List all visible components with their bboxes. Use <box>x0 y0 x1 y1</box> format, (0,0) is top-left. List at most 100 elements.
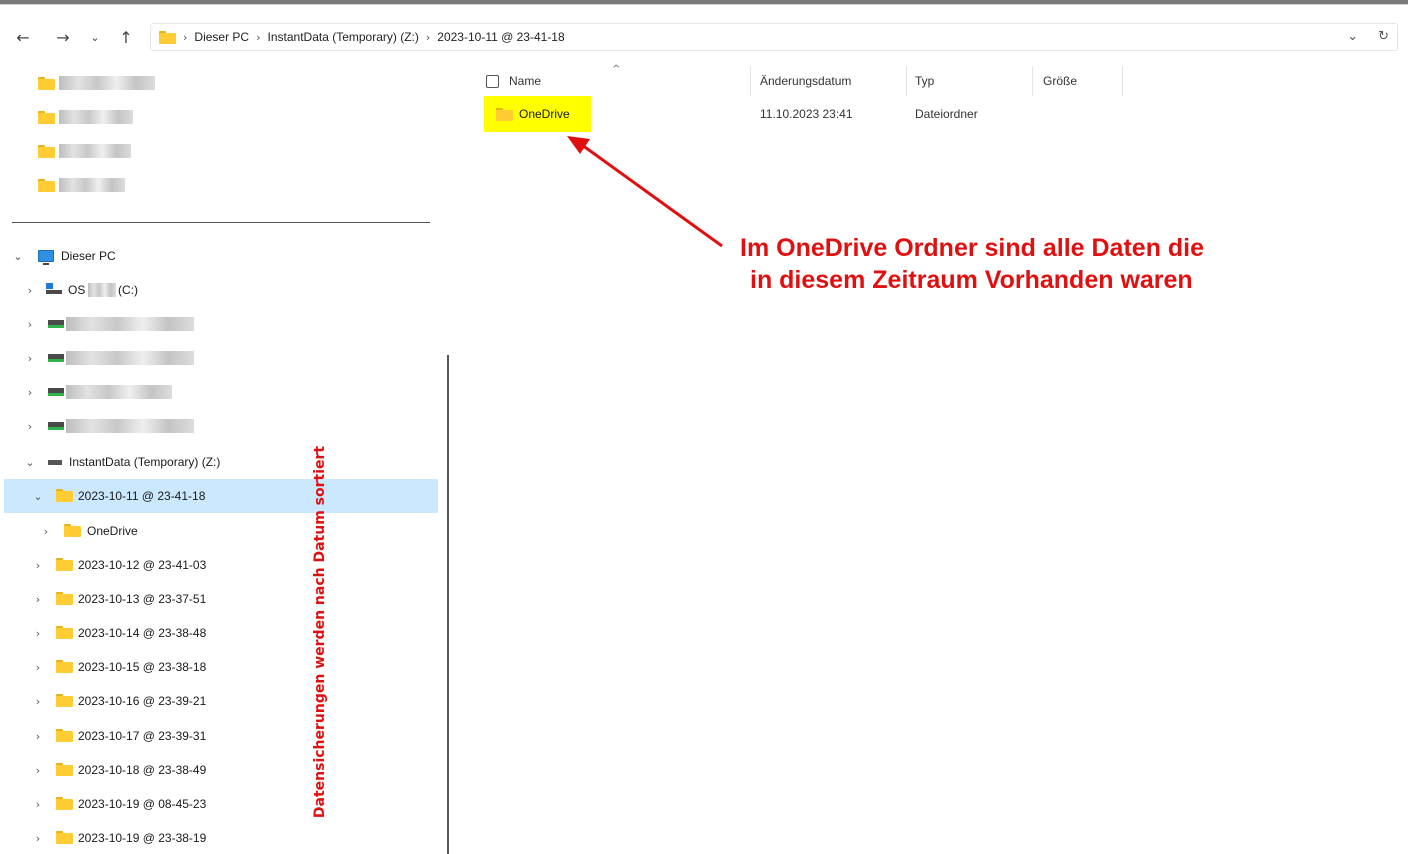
sidebar-item-backup-folder[interactable]: › 2023-10-18 @ 23-38-49 <box>4 753 438 787</box>
vertical-annotation-text: Datensicherungen werden nach Datum sorti… <box>312 445 328 819</box>
chevron-right-icon[interactable]: › <box>32 695 44 708</box>
sidebar-item-selected-folder[interactable]: ⌄ 2023-10-11 @ 23-41-18 <box>4 479 438 513</box>
drive-icon <box>48 354 64 362</box>
sidebar-item-dieser-pc[interactable]: ⌄ Dieser PC <box>4 239 438 273</box>
blurred-label <box>59 110 133 124</box>
chevron-down-icon[interactable]: ⌄ <box>1347 29 1358 44</box>
chevron-right-icon[interactable]: › <box>32 798 44 811</box>
folder-icon <box>38 110 55 124</box>
sidebar-item-backup-folder[interactable]: › 2023-10-15 @ 23-38-18 <box>4 650 438 684</box>
chevron-right-icon[interactable]: › <box>32 730 44 743</box>
file-name-label: OneDrive <box>519 107 570 121</box>
chevron-right-icon[interactable]: › <box>24 420 36 433</box>
quick-access-item[interactable] <box>38 110 133 124</box>
sidebar-item-drive[interactable]: › <box>4 375 438 409</box>
annotation-line-2: in diesem Zeitraum Vorhanden waren <box>750 266 1193 294</box>
onedrive-highlighted-cell[interactable]: OneDrive <box>484 96 591 132</box>
sidebar-item-backup-folder[interactable]: › 2023-10-12 @ 23-41-03 <box>4 548 438 582</box>
chevron-right-icon[interactable]: › <box>32 559 44 572</box>
blurred-label <box>59 76 155 90</box>
drive-icon <box>48 422 64 430</box>
folder-icon <box>56 489 73 502</box>
chevron-right-icon[interactable]: › <box>32 832 44 845</box>
quick-access-item[interactable] <box>38 76 155 90</box>
chevron-right-icon[interactable]: › <box>32 661 44 674</box>
drive-icon <box>48 460 62 465</box>
window-top-border-shadow <box>0 4 1408 5</box>
blurred-label <box>66 351 194 365</box>
arrow-up-icon[interactable]: ↑ <box>115 26 137 48</box>
breadcrumb-dieser-pc[interactable]: Dieser PC <box>194 30 249 44</box>
chevron-right-icon[interactable]: › <box>24 352 36 365</box>
blurred-label <box>66 317 194 331</box>
quick-access-item[interactable] <box>38 178 125 192</box>
sidebar-item-backup-folder[interactable]: › 2023-10-16 @ 23-39-21 <box>4 684 438 718</box>
column-divider[interactable] <box>1032 66 1033 96</box>
column-header-date[interactable]: Änderungsdatum <box>760 68 851 94</box>
sidebar-item-drive[interactable]: › <box>4 409 438 443</box>
chevron-down-icon[interactable]: ⌄ <box>32 490 44 503</box>
column-header-label: Name <box>509 74 542 88</box>
address-bar[interactable]: › Dieser PC › InstantData (Temporary) (Z… <box>150 23 1398 51</box>
file-type: Dateiordner <box>915 107 978 121</box>
column-divider[interactable] <box>750 66 751 96</box>
column-divider[interactable] <box>906 66 907 96</box>
blurred-label <box>88 283 116 297</box>
windows-drive-icon <box>46 283 62 295</box>
sidebar-item-label: 2023-10-13 @ 23-37-51 <box>78 592 207 606</box>
sidebar-item-onedrive[interactable]: › OneDrive <box>4 514 438 548</box>
chevron-right-icon[interactable]: › <box>32 627 44 640</box>
folder-icon <box>38 76 55 90</box>
chevron-down-icon[interactable]: ⌄ <box>24 456 36 469</box>
vertical-annotation-container: Datensicherungen werden nach Datum sorti… <box>306 422 334 842</box>
sidebar-item-label: OneDrive <box>87 524 138 538</box>
sidebar-item-label: Dieser PC <box>61 249 116 263</box>
sidebar-item-backup-folder[interactable]: › 2023-10-14 @ 23-38-48 <box>4 616 438 650</box>
column-divider[interactable] <box>1122 66 1123 96</box>
sidebar-item-instantdata-drive[interactable]: ⌄ InstantData (Temporary) (Z:) <box>4 445 438 479</box>
sidebar-item-backup-folder[interactable]: › 2023-10-13 @ 23-37-51 <box>4 582 438 616</box>
sidebar-item-label: 2023-10-16 @ 23-39-21 <box>78 694 207 708</box>
folder-icon <box>64 524 81 537</box>
sidebar-item-os-drive[interactable]: › OS (C:) <box>4 273 438 307</box>
chevron-right-icon[interactable]: › <box>32 593 44 606</box>
annotation-callout: Im OneDrive Ordner sind alle Daten die i… <box>728 232 1328 296</box>
quick-access-item[interactable] <box>38 144 131 158</box>
refresh-icon[interactable]: ↻ <box>1378 29 1389 44</box>
pane-splitter[interactable] <box>447 355 449 854</box>
chevron-right-icon[interactable]: › <box>24 318 36 331</box>
chevron-right-icon[interactable]: › <box>24 386 36 399</box>
breadcrumb-instantdata[interactable]: InstantData (Temporary) (Z:) <box>268 30 419 44</box>
blurred-label <box>59 178 125 192</box>
blurred-label <box>66 419 194 433</box>
chevron-right-icon[interactable]: › <box>32 764 44 777</box>
arrow-left-icon[interactable]: ← <box>12 26 34 48</box>
sidebar-item-label: OS <box>68 283 86 297</box>
column-header-name[interactable]: Name <box>486 68 541 94</box>
sidebar-item-label: 2023-10-17 @ 23-39-31 <box>78 729 207 743</box>
sidebar-item-drive[interactable]: › <box>4 307 438 341</box>
sidebar-item-backup-folder[interactable]: › 2023-10-19 @ 08-45-23 <box>4 787 438 821</box>
column-header-type[interactable]: Typ <box>915 68 934 94</box>
table-row[interactable]: OneDrive 11.10.2023 23:41 Dateiordner <box>460 96 1408 134</box>
chevron-right-icon[interactable]: › <box>24 284 36 297</box>
select-all-checkbox[interactable] <box>486 74 499 88</box>
sidebar-item-label: 2023-10-19 @ 08-45-23 <box>78 797 207 811</box>
chevron-down-icon[interactable]: ⌄ <box>84 26 106 48</box>
folder-icon <box>56 592 73 605</box>
folder-icon <box>56 660 73 673</box>
folder-icon <box>56 694 73 707</box>
breadcrumb-current-folder[interactable]: 2023-10-11 @ 23-41-18 <box>437 30 564 44</box>
sort-ascending-icon: ^ <box>612 64 621 75</box>
chevron-down-icon[interactable]: ⌄ <box>12 250 24 263</box>
sidebar-item-backup-folder[interactable]: › 2023-10-17 @ 23-39-31 <box>4 719 438 753</box>
column-header-size[interactable]: Größe <box>1043 68 1077 94</box>
sidebar-item-backup-folder[interactable]: › 2023-10-19 @ 23-38-19 <box>4 821 438 854</box>
annotation-line-1: Im OneDrive Ordner sind alle Daten die <box>740 234 1205 262</box>
sidebar-divider <box>12 222 430 223</box>
sidebar-item-drive[interactable]: › <box>4 341 438 375</box>
folder-icon <box>56 729 73 742</box>
drive-icon <box>48 320 64 328</box>
arrow-right-icon[interactable]: → <box>52 26 74 48</box>
chevron-right-icon[interactable]: › <box>40 525 52 538</box>
